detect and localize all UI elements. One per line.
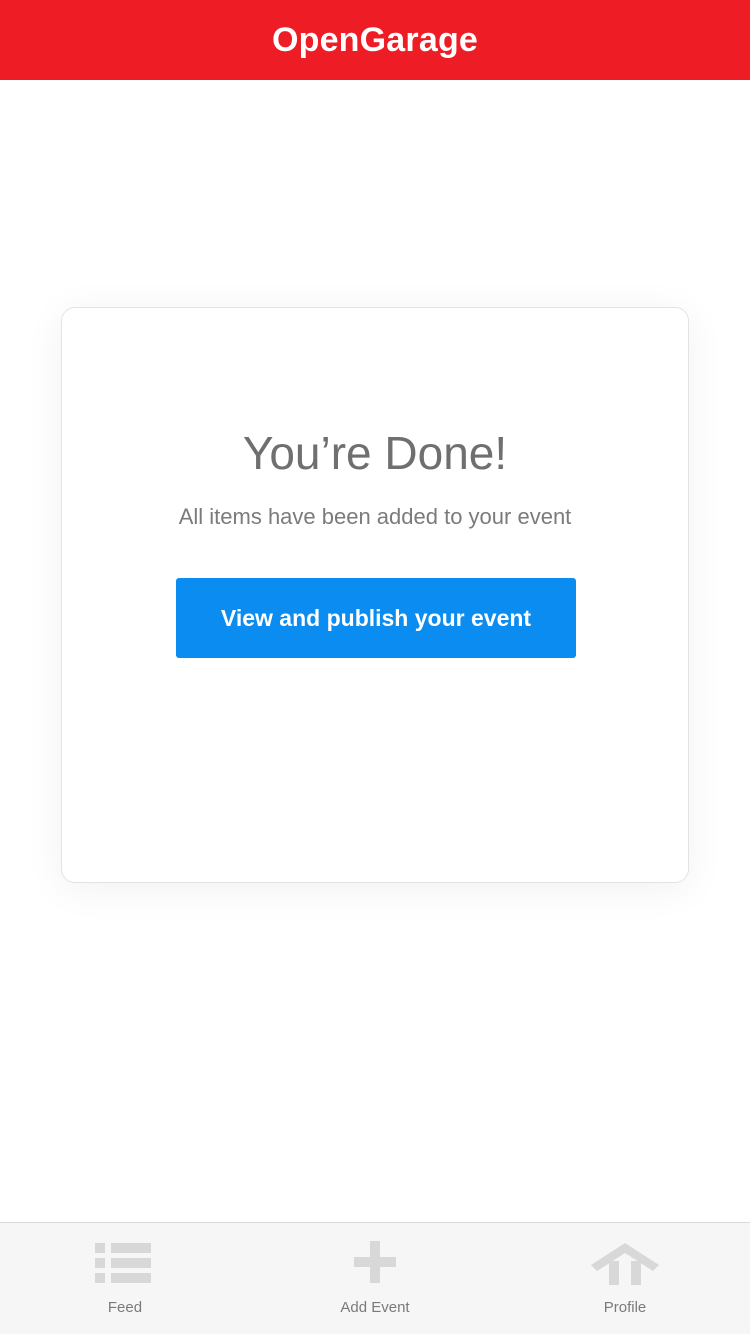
tab-profile[interactable]: Profile xyxy=(500,1223,750,1334)
list-icon xyxy=(95,1243,151,1283)
tab-add-event-label: Add Event xyxy=(340,1299,410,1316)
app-title: OpenGarage xyxy=(271,20,479,59)
house-icon xyxy=(591,1243,659,1285)
bottom-tab-bar: Feed Add Event Profile xyxy=(0,1222,750,1334)
completion-title: You’re Done! xyxy=(242,427,508,479)
app-screen: OpenGarage You’re Done! All items have b… xyxy=(0,0,750,1334)
completion-message: All items have been added to your event xyxy=(178,504,572,529)
completion-card: You’re Done! All items have been added t… xyxy=(61,307,689,883)
tab-add-event[interactable]: Add Event xyxy=(250,1223,500,1334)
app-header: OpenGarage xyxy=(0,0,750,80)
plus-icon xyxy=(354,1241,396,1283)
tab-feed[interactable]: Feed xyxy=(0,1223,250,1334)
tab-profile-label: Profile xyxy=(603,1299,647,1316)
view-and-publish-button[interactable]: View and publish your event xyxy=(176,578,576,658)
tab-feed-label: Feed xyxy=(107,1299,143,1316)
